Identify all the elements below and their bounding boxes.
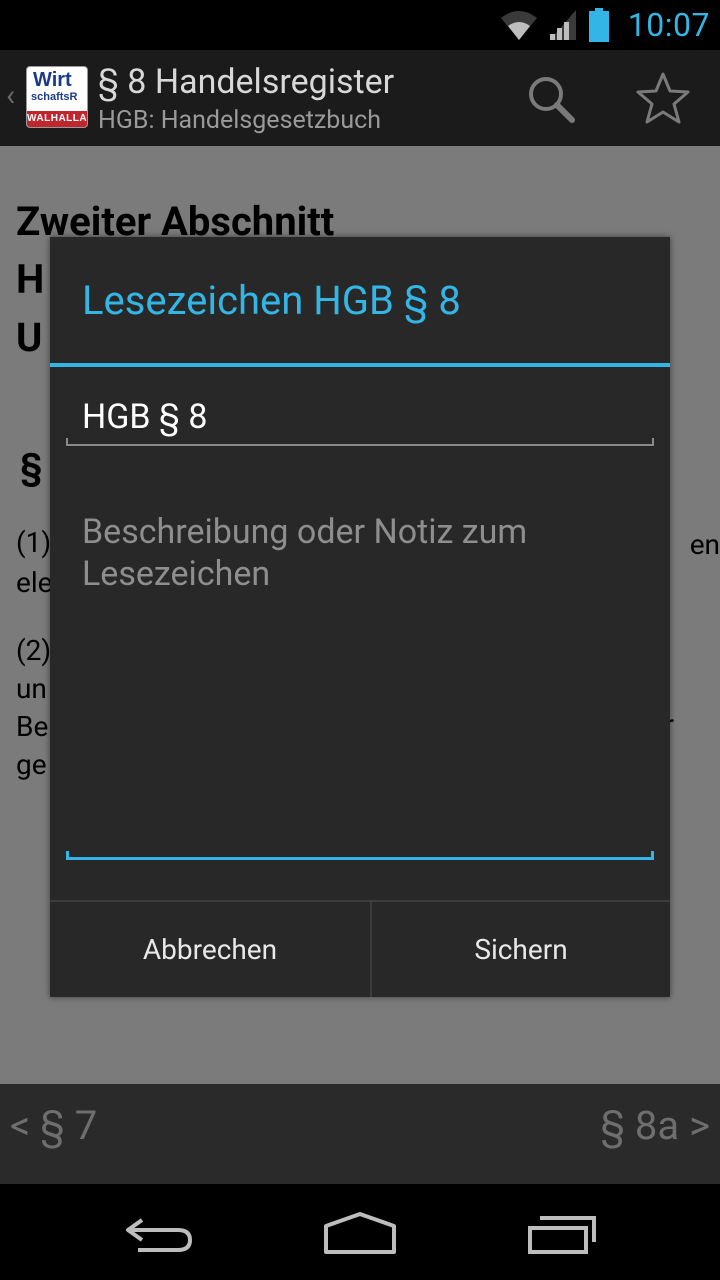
paragraph-2-line3: Be xyxy=(16,710,49,743)
action-bar: ‹ Wirt schaftsR WALHALLA § 8 Handelsregi… xyxy=(0,50,720,146)
cancel-button[interactable]: Abbrechen xyxy=(50,902,370,997)
home-icon[interactable] xyxy=(320,1210,400,1258)
paragraph-pager: < § 7 § 8a > xyxy=(0,1084,720,1184)
paragraph-2: (2) xyxy=(16,634,52,667)
app-logo-line2: schaftsR xyxy=(31,91,78,103)
app-logo-line3: WALHALLA xyxy=(27,111,87,127)
status-bar: 10:07 xyxy=(0,0,720,50)
search-icon[interactable] xyxy=(522,70,580,128)
bookmark-dialog: Lesezeichen HGB § 8 Abbrechen Sichern xyxy=(50,237,670,997)
signal-icon xyxy=(549,10,576,40)
bookmark-note-underline xyxy=(66,851,654,860)
up-caret-icon[interactable]: ‹ xyxy=(6,78,15,113)
system-navigation-bar xyxy=(0,1184,720,1280)
dialog-title-divider xyxy=(50,363,670,367)
paragraph-1-line2: ele xyxy=(16,566,53,599)
next-paragraph-link[interactable]: § 8a > xyxy=(600,1102,710,1149)
page-subtitle: HGB: Handelsgesetzbuch xyxy=(98,106,381,135)
battery-icon xyxy=(588,8,609,42)
paragraph-1-end: en xyxy=(689,528,720,561)
save-button[interactable]: Sichern xyxy=(372,902,670,997)
star-icon[interactable] xyxy=(634,70,692,128)
wifi-icon xyxy=(500,11,537,40)
back-icon[interactable] xyxy=(120,1210,200,1258)
section-heading-line2: H xyxy=(16,256,45,303)
dialog-button-bar: Abbrechen Sichern xyxy=(50,900,670,997)
previous-paragraph-link[interactable]: < § 7 xyxy=(10,1102,97,1149)
paragraph-1: (1) xyxy=(16,526,52,559)
section-heading-line3: U xyxy=(16,314,43,361)
page-title: § 8 Handelsregister xyxy=(98,62,395,102)
paragraph-heading: § xyxy=(20,446,43,488)
app-logo[interactable]: Wirt schaftsR WALHALLA xyxy=(26,66,88,128)
status-icons: 10:07 xyxy=(500,6,710,44)
paragraph-2-line4: ge xyxy=(16,748,47,781)
bookmark-note-input[interactable] xyxy=(66,511,654,851)
paragraph-2-line2: un xyxy=(16,672,47,705)
app-logo-line1: Wirt xyxy=(33,69,72,91)
bookmark-name-input[interactable] xyxy=(66,387,654,447)
dialog-title: Lesezeichen HGB § 8 xyxy=(82,277,461,324)
clock: 10:07 xyxy=(627,6,710,44)
recent-apps-icon[interactable] xyxy=(522,1210,602,1258)
bookmark-name-underline xyxy=(66,438,654,446)
